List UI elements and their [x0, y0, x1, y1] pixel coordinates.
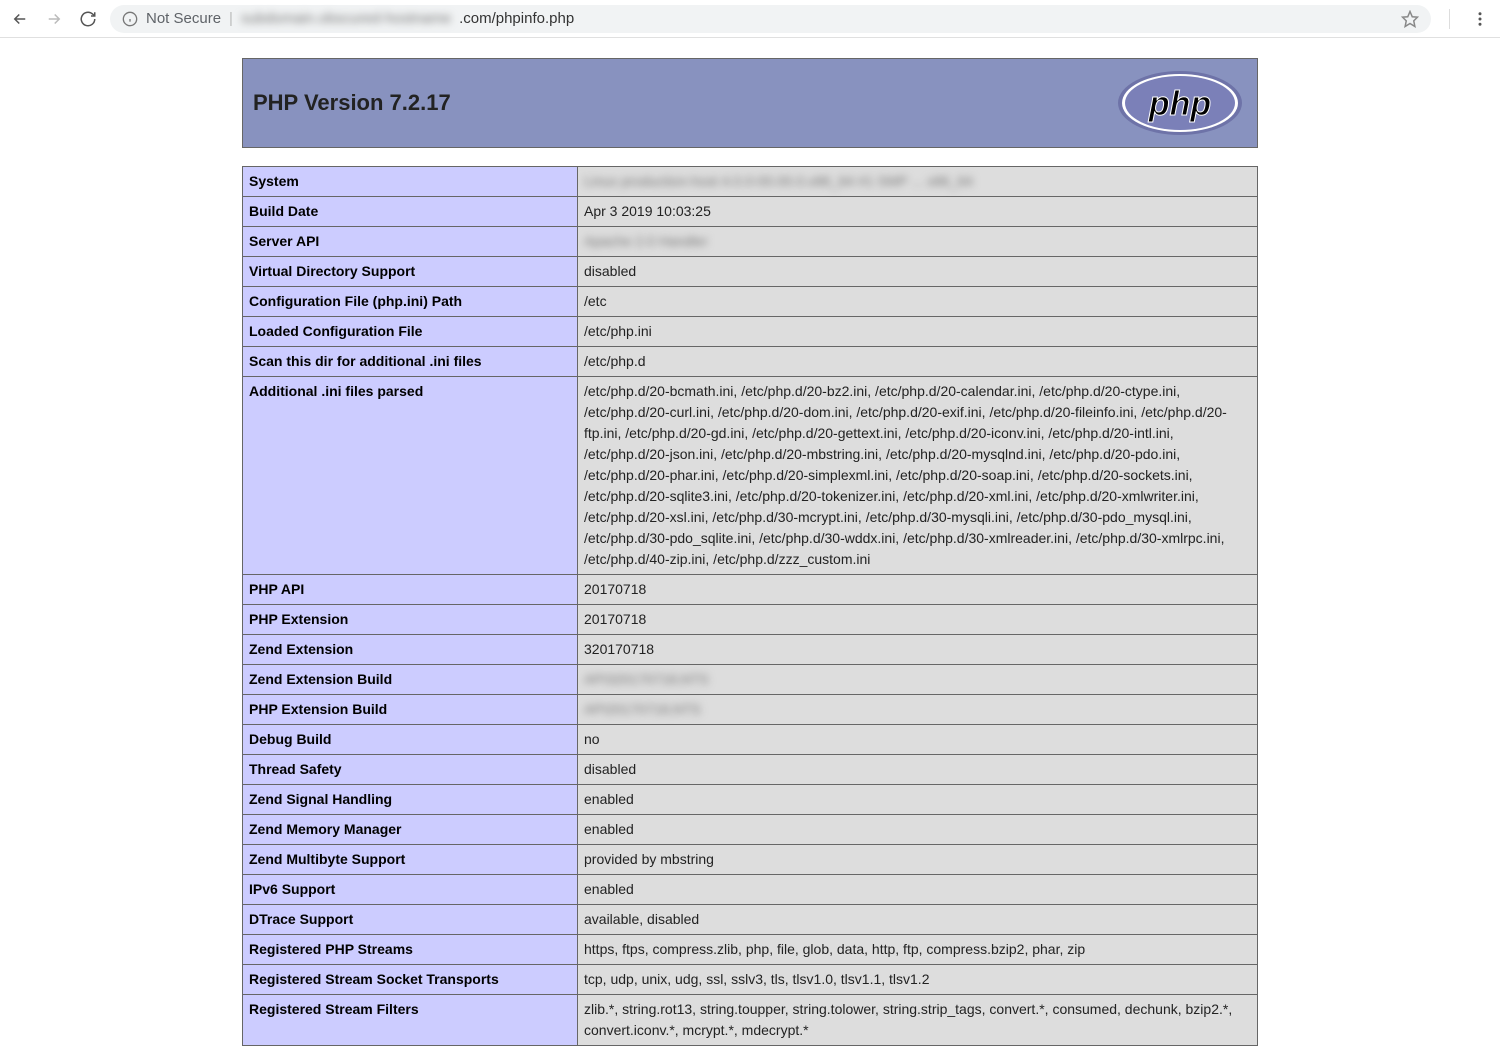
- reload-button[interactable]: [76, 7, 100, 31]
- config-key: Additional .ini files parsed: [243, 377, 578, 575]
- page-content: PHP Version 7.2.17 php SystemLinux produ…: [0, 38, 1500, 1046]
- config-key: Configuration File (php.ini) Path: [243, 287, 578, 317]
- config-key: Registered Stream Socket Transports: [243, 965, 578, 995]
- table-row: Scan this dir for additional .ini files/…: [243, 347, 1258, 377]
- config-value: enabled: [578, 815, 1258, 845]
- config-value: /etc: [578, 287, 1258, 317]
- table-row: PHP Extension BuildAPI20170718,NTS: [243, 695, 1258, 725]
- svg-text:php: php: [1148, 85, 1211, 123]
- config-key: Build Date: [243, 197, 578, 227]
- table-row: Zend Extension320170718: [243, 635, 1258, 665]
- config-key: PHP Extension Build: [243, 695, 578, 725]
- site-info-icon[interactable]: [122, 11, 138, 27]
- config-key: Zend Multibyte Support: [243, 845, 578, 875]
- security-status-label: Not Secure: [146, 10, 221, 27]
- table-row: Loaded Configuration File/etc/php.ini: [243, 317, 1258, 347]
- page-title: PHP Version 7.2.17: [253, 90, 451, 116]
- address-bar[interactable]: Not Secure | subdomain.obscured-hostname…: [110, 5, 1431, 33]
- php-logo: php: [1115, 69, 1245, 137]
- divider: |: [229, 10, 233, 27]
- config-value: no: [578, 725, 1258, 755]
- config-value: provided by mbstring: [578, 845, 1258, 875]
- table-row: PHP API20170718: [243, 575, 1258, 605]
- table-row: Zend Memory Managerenabled: [243, 815, 1258, 845]
- config-key: Zend Memory Manager: [243, 815, 578, 845]
- table-row: PHP Extension20170718: [243, 605, 1258, 635]
- config-key: Zend Extension Build: [243, 665, 578, 695]
- phpinfo-table: SystemLinux production-host 4.0.0-00.00.…: [242, 166, 1258, 1046]
- table-row: IPv6 Supportenabled: [243, 875, 1258, 905]
- table-row: Virtual Directory Supportdisabled: [243, 257, 1258, 287]
- table-row: Additional .ini files parsed/etc/php.d/2…: [243, 377, 1258, 575]
- table-row: Build DateApr 3 2019 10:03:25: [243, 197, 1258, 227]
- table-row: SystemLinux production-host 4.0.0-00.00.…: [243, 167, 1258, 197]
- config-value: API320170718,NTS: [578, 665, 1258, 695]
- config-value: zlib.*, string.rot13, string.toupper, st…: [578, 995, 1258, 1046]
- config-key: Virtual Directory Support: [243, 257, 578, 287]
- forward-button[interactable]: [42, 7, 66, 31]
- browser-toolbar: Not Secure | subdomain.obscured-hostname…: [0, 0, 1500, 38]
- config-key: Registered PHP Streams: [243, 935, 578, 965]
- config-key: Zend Extension: [243, 635, 578, 665]
- config-key: IPv6 Support: [243, 875, 578, 905]
- config-key: PHP Extension: [243, 605, 578, 635]
- config-value: 20170718: [578, 575, 1258, 605]
- config-value: available, disabled: [578, 905, 1258, 935]
- config-value: enabled: [578, 875, 1258, 905]
- config-key: PHP API: [243, 575, 578, 605]
- table-row: Thread Safetydisabled: [243, 755, 1258, 785]
- config-value: 320170718: [578, 635, 1258, 665]
- config-key: Debug Build: [243, 725, 578, 755]
- table-row: Registered Stream Socket Transportstcp, …: [243, 965, 1258, 995]
- config-value: enabled: [578, 785, 1258, 815]
- config-key: Loaded Configuration File: [243, 317, 578, 347]
- config-value: Apache 2.0 Handler: [578, 227, 1258, 257]
- config-value: tcp, udp, unix, udg, ssl, sslv3, tls, tl…: [578, 965, 1258, 995]
- table-row: Registered PHP Streamshttps, ftps, compr…: [243, 935, 1258, 965]
- config-value: /etc/php.d: [578, 347, 1258, 377]
- config-key: System: [243, 167, 578, 197]
- table-row: Registered Stream Filterszlib.*, string.…: [243, 995, 1258, 1046]
- config-key: Scan this dir for additional .ini files: [243, 347, 578, 377]
- table-row: Server APIApache 2.0 Handler: [243, 227, 1258, 257]
- browser-menu-button[interactable]: [1468, 7, 1492, 31]
- toolbar-divider: [1449, 9, 1450, 29]
- config-value: 20170718: [578, 605, 1258, 635]
- config-key: Registered Stream Filters: [243, 995, 578, 1046]
- table-row: Zend Signal Handlingenabled: [243, 785, 1258, 815]
- config-value: Apr 3 2019 10:03:25: [578, 197, 1258, 227]
- back-button[interactable]: [8, 7, 32, 31]
- config-key: DTrace Support: [243, 905, 578, 935]
- table-row: Debug Buildno: [243, 725, 1258, 755]
- config-key: Server API: [243, 227, 578, 257]
- bookmark-star-icon[interactable]: [1401, 10, 1419, 28]
- config-key: Thread Safety: [243, 755, 578, 785]
- url-visible-part: .com/phpinfo.php: [459, 10, 574, 27]
- config-key: Zend Signal Handling: [243, 785, 578, 815]
- config-value: API20170718,NTS: [578, 695, 1258, 725]
- url-hidden-part: subdomain.obscured-hostname: [241, 10, 451, 27]
- config-value: /etc/php.d/20-bcmath.ini, /etc/php.d/20-…: [578, 377, 1258, 575]
- table-row: Zend Extension BuildAPI320170718,NTS: [243, 665, 1258, 695]
- table-row: Zend Multibyte Supportprovided by mbstri…: [243, 845, 1258, 875]
- config-value: /etc/php.ini: [578, 317, 1258, 347]
- table-row: DTrace Supportavailable, disabled: [243, 905, 1258, 935]
- config-value: disabled: [578, 755, 1258, 785]
- table-row: Configuration File (php.ini) Path/etc: [243, 287, 1258, 317]
- phpinfo-header-banner: PHP Version 7.2.17 php: [242, 58, 1258, 148]
- config-value: Linux production-host 4.0.0-00.00.0.x86_…: [578, 167, 1258, 197]
- config-value: https, ftps, compress.zlib, php, file, g…: [578, 935, 1258, 965]
- config-value: disabled: [578, 257, 1258, 287]
